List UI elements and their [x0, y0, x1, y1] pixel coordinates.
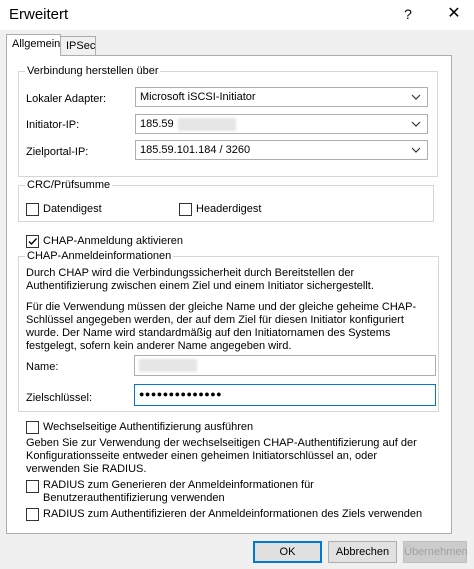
local-adapter-value: Microsoft iSCSI-Initiator	[140, 91, 256, 103]
chap-secret-value: ●●●●●●●●●●●●●●	[139, 389, 223, 399]
radius-target-checkbox[interactable]	[26, 508, 39, 521]
header-digest-checkbox[interactable]	[179, 203, 192, 216]
crc-group-legend: CRC/Prüfsumme	[25, 179, 113, 192]
chap-credentials-legend: CHAP-Anmeldeinformationen	[25, 250, 174, 263]
initiator-ip-label: Initiator-IP:	[26, 119, 80, 131]
local-adapter-label: Lokaler Adapter:	[26, 93, 107, 105]
chap-enable-checkbox[interactable]	[26, 235, 39, 248]
target-portal-ip-value: 185.59.101.184 / 3260	[140, 144, 251, 156]
chap-description-1: Durch CHAP wird die Verbindungssicherhei…	[26, 267, 374, 292]
header-digest-label: Headerdigest	[196, 203, 262, 215]
redacted-region	[139, 359, 197, 372]
cancel-button[interactable]: Abbrechen	[328, 541, 397, 563]
chevron-down-icon	[409, 90, 423, 104]
radius-generate-checkbox[interactable]	[26, 480, 39, 493]
initiator-ip-value: 185.59	[140, 118, 174, 130]
window-title: Erweitert	[9, 6, 69, 23]
chevron-down-icon	[409, 143, 423, 157]
target-portal-ip-label: Zielportal-IP:	[26, 146, 89, 158]
mutual-auth-description: Geben Sie zur Verwendung der wechselseit…	[26, 437, 417, 475]
close-button[interactable]: ✕	[442, 3, 466, 25]
checkmark-icon	[28, 238, 38, 246]
chevron-down-icon	[409, 117, 423, 131]
radius-generate-label: RADIUS zum Generieren der Anmeldeinforma…	[43, 479, 314, 504]
redacted-region	[178, 118, 236, 131]
local-adapter-select[interactable]: Microsoft iSCSI-Initiator	[135, 87, 428, 107]
mutual-auth-checkbox[interactable]	[26, 421, 39, 434]
help-button[interactable]: ?	[398, 3, 418, 25]
chap-name-label: Name:	[26, 361, 59, 373]
radius-target-label: RADIUS zum Authentifizieren der Anmeldei…	[43, 508, 423, 520]
tab-allgemein[interactable]: Allgemein	[6, 34, 61, 56]
chap-secret-input[interactable]: ●●●●●●●●●●●●●●	[134, 384, 436, 406]
target-portal-ip-select[interactable]: 185.59.101.184 / 3260	[135, 140, 428, 160]
mutual-auth-label: Wechselseitige Authentifizierung ausführ…	[43, 421, 254, 433]
connection-group-legend: Verbindung herstellen über	[25, 65, 161, 78]
data-digest-label: Datendigest	[43, 203, 102, 215]
chap-enable-label: CHAP-Anmeldung aktivieren	[43, 235, 184, 247]
chap-secret-label: Zielschlüssel:	[26, 392, 93, 404]
ok-button[interactable]: OK	[253, 541, 322, 563]
data-digest-checkbox[interactable]	[26, 203, 39, 216]
title-bar: Erweitert ? ✕	[0, 0, 474, 30]
chap-name-input[interactable]	[134, 355, 436, 376]
chap-description-2: Für die Verwendung müssen der gleiche Na…	[26, 301, 417, 352]
tab-ipsec[interactable]: IPSec	[60, 36, 96, 56]
initiator-ip-select[interactable]: 185.59	[135, 114, 428, 134]
apply-button[interactable]: Übernehmen	[403, 541, 468, 563]
tab-panel-allgemein: Verbindung herstellen über Lokaler Adapt…	[6, 55, 452, 534]
